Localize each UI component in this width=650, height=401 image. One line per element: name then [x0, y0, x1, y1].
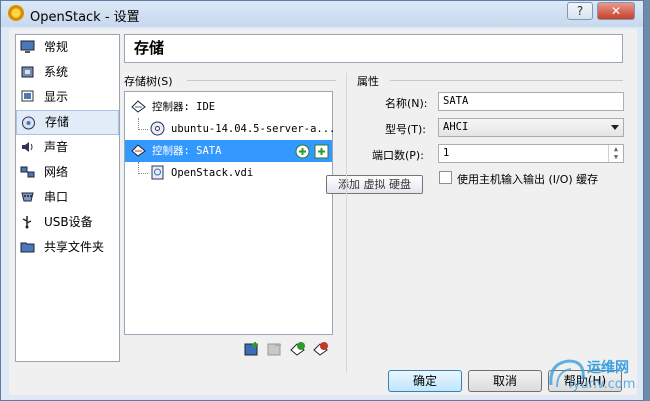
port-count-spinbox[interactable]: 1 ▲ ▼: [438, 144, 624, 163]
remove-controller-icon[interactable]: [267, 341, 283, 357]
sidebar-item-general[interactable]: 常规: [16, 35, 119, 60]
usb-icon: [22, 216, 32, 229]
sidebar-item-label: 串口: [44, 190, 69, 204]
tree-node-label: OpenStack.vdi: [171, 167, 254, 179]
settings-window: OpenStack - 设置 ? ✕ 常规 系统 显示 存储 声音 网络 串口 …: [0, 0, 644, 401]
storage-disk-icon: [22, 116, 35, 130]
sidebar-item-usb[interactable]: USB设备: [16, 210, 119, 235]
help-title-button[interactable]: ?: [567, 2, 593, 20]
watermark-text-cn: 运维网: [587, 360, 629, 376]
general-monitor-icon: [20, 40, 35, 53]
sidebar-item-serial[interactable]: 串口: [16, 185, 119, 210]
vertical-separator: [346, 73, 347, 373]
close-button[interactable]: ✕: [597, 2, 635, 20]
ok-button[interactable]: 确定: [388, 370, 462, 392]
tree-node-label: 控制器: IDE: [152, 101, 216, 113]
type-label: 型号(T):: [385, 123, 427, 136]
storage-tree[interactable]: 控制器: IDE ubuntu-14.04.5-server-a... 控制器:…: [124, 91, 336, 335]
add-attachment-icon[interactable]: [290, 341, 306, 357]
virtualbox-app-icon: [8, 5, 24, 21]
sidebar-item-display[interactable]: 显示: [16, 85, 119, 110]
watermark-text-url: iyunv.com: [569, 377, 636, 392]
sidebar-item-label: 显示: [44, 90, 69, 104]
sidebar-item-storage[interactable]: 存储: [16, 110, 119, 135]
sidebar-item-label: 声音: [44, 140, 69, 154]
page-title: 存储: [124, 34, 623, 63]
cancel-button[interactable]: 取消: [468, 370, 542, 392]
add-controller-icon[interactable]: [244, 341, 260, 357]
settings-sidebar: 常规 系统 显示 存储 声音 网络 串口 USB设备 共享文件夹: [15, 34, 120, 362]
sidebar-item-network[interactable]: 网络: [16, 160, 119, 185]
display-monitor-icon: [21, 90, 34, 102]
controller-icon: [131, 144, 146, 157]
controller-icon: [131, 100, 146, 113]
sidebar-item-label: 存储: [45, 115, 70, 129]
sidebar-item-label: 系统: [44, 65, 69, 79]
sidebar-item-system[interactable]: 系统: [16, 60, 119, 85]
window-title: OpenStack - 设置: [30, 10, 140, 25]
type-selected-value: AHCI: [443, 121, 469, 133]
attributes-label: 属性: [357, 75, 379, 88]
folder-icon: [20, 242, 35, 253]
ports-value: 1: [443, 147, 450, 159]
storage-tree-label: 存储树(S): [124, 75, 173, 88]
serial-port-icon: [21, 192, 34, 202]
host-io-cache-label: 使用主机输入输出 (I/O) 缓存: [457, 173, 599, 186]
sidebar-item-label: 网络: [44, 165, 69, 179]
tree-node-label: 控制器: SATA: [152, 145, 222, 157]
add-hard-disk-icon[interactable]: [314, 144, 329, 159]
tree-connector: [138, 129, 148, 130]
attributes-separator: [390, 80, 623, 81]
spin-arrows-icon[interactable]: ▲ ▼: [608, 145, 623, 162]
tree-node-label: ubuntu-14.04.5-server-a...: [171, 123, 336, 135]
site-watermark: 运维网 iyunv.com: [545, 355, 645, 401]
name-label: 名称(N):: [385, 97, 428, 110]
hard-disk-icon: [151, 165, 164, 180]
speaker-icon: [22, 142, 33, 152]
sidebar-item-shared-folders[interactable]: 共享文件夹: [16, 235, 119, 260]
optical-disc-icon: [150, 121, 165, 136]
sidebar-item-label: 共享文件夹: [44, 240, 105, 254]
sidebar-item-audio[interactable]: 声音: [16, 135, 119, 160]
tree-connector: [138, 173, 148, 174]
add-hard-disk-tooltip: 添加 虚拟 硬盘: [326, 175, 423, 194]
controller-type-select[interactable]: AHCI: [438, 118, 624, 137]
host-io-cache-checkbox[interactable]: [439, 171, 452, 184]
network-icon: [20, 166, 35, 178]
ports-label: 端口数(P):: [372, 149, 424, 162]
tree-node-sata-controller[interactable]: 控制器: SATA: [125, 140, 332, 162]
client-area: 常规 系统 显示 存储 声音 网络 串口 USB设备 共享文件夹 存储 存储树(…: [9, 29, 637, 395]
controller-name-input[interactable]: SATA: [438, 92, 624, 111]
remove-attachment-icon[interactable]: [313, 341, 329, 357]
sidebar-item-label: 常规: [44, 40, 69, 54]
system-chip-icon: [21, 66, 34, 78]
tree-separator: [187, 80, 336, 81]
title-bar: OpenStack - 设置 ? ✕: [1, 1, 643, 27]
chevron-down-icon: [611, 125, 619, 130]
add-optical-drive-icon[interactable]: [295, 144, 310, 159]
sidebar-item-label: USB设备: [44, 215, 93, 229]
